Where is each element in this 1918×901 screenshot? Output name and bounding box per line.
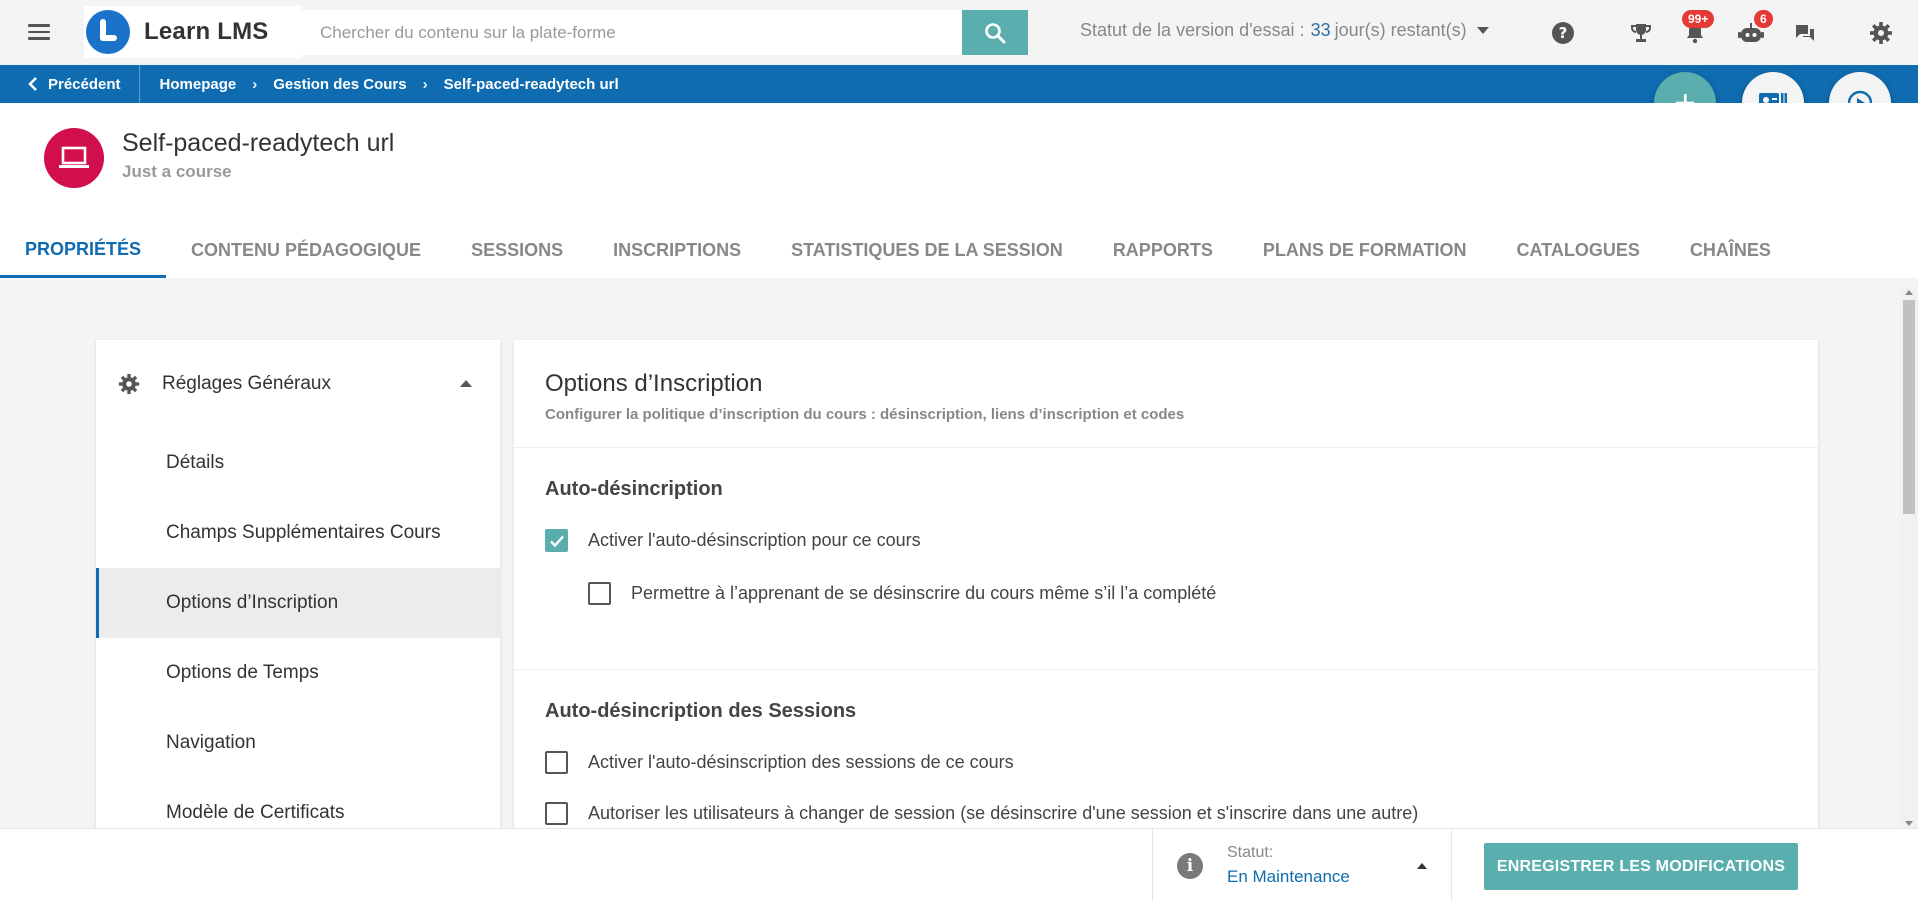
allow-session-change-checkbox[interactable] — [545, 802, 568, 825]
search-input[interactable] — [302, 10, 962, 55]
chat-icon — [1796, 25, 1814, 41]
chevron-right-icon: › — [422, 75, 428, 93]
chevron-left-icon — [28, 77, 37, 91]
sidebar-item-time-options[interactable]: Options de Temps — [96, 638, 500, 708]
breadcrumb: Précédent Homepage › Gestion des Cours ›… — [0, 65, 1918, 103]
enable-session-unenroll-checkbox[interactable] — [545, 751, 568, 774]
option-label: Autoriser les utilisateurs à changer de … — [588, 803, 1419, 823]
gear-icon — [118, 373, 140, 395]
chevron-up-icon — [460, 380, 472, 387]
footer-bar: i Statut: En Maintenance ENREGISTRER LES… — [0, 828, 1918, 901]
trophy-button[interactable] — [1626, 18, 1656, 48]
laptop-icon — [59, 146, 89, 168]
gear-icon — [1870, 22, 1892, 44]
option-label: Activer l'auto-désinscription des sessio… — [588, 752, 1014, 772]
svg-text:?: ? — [1559, 24, 1568, 42]
sidebar-header-label: Réglages Généraux — [162, 373, 331, 394]
notifications-button[interactable]: 99+ — [1680, 10, 1715, 48]
option-label: Activer l'auto-désinscription pour ce co… — [588, 530, 921, 550]
enable-self-unenroll-checkbox[interactable] — [545, 529, 568, 552]
status-label: Statut: — [1227, 844, 1274, 861]
trial-days: 33 — [1310, 20, 1331, 40]
chevron-down-icon — [1476, 27, 1489, 34]
sidebar-item-additional-fields[interactable]: Champs Supplémentaires Cours — [96, 498, 500, 568]
logo-mark — [86, 10, 130, 54]
tab-catalogs[interactable]: CATALOGUES — [1492, 223, 1665, 278]
tab-reports[interactable]: RAPPORTS — [1088, 223, 1238, 278]
section-title: Options d’Inscription — [545, 370, 763, 397]
option-row: Activer l'auto-désinscription pour ce co… — [545, 529, 1787, 552]
scroll-up-icon[interactable] — [1905, 290, 1913, 295]
check-icon — [549, 535, 564, 547]
tab-learning-content[interactable]: CONTENU PÉDAGOGIQUE — [166, 223, 446, 278]
section-header: Options d’Inscription Configurer la poli… — [514, 340, 1818, 448]
sidebar-section-general-settings[interactable]: Réglages Généraux — [96, 340, 500, 428]
tab-channels[interactable]: CHAÎNES — [1665, 223, 1796, 278]
chevron-up-icon — [1417, 863, 1427, 869]
tab-session-statistics[interactable]: STATISTIQUES DE LA SESSION — [766, 223, 1088, 278]
info-icon: i — [1177, 853, 1203, 879]
back-button[interactable]: Précédent — [0, 65, 140, 103]
course-type-icon — [44, 128, 104, 188]
session-self-unenroll-group: Auto-désincription des Sessions Activer … — [514, 670, 1818, 825]
scroll-down-icon[interactable] — [1905, 821, 1913, 826]
option-row: Activer l'auto-désinscription des sessio… — [545, 751, 1787, 774]
help-circle-icon: ? — [1552, 22, 1574, 44]
sidebar-item-navigation[interactable]: Navigation — [96, 708, 500, 778]
breadcrumb-current-course: Self-paced-readytech url — [443, 75, 619, 93]
section-description: Configurer la politique d’inscription du… — [545, 406, 1185, 423]
breadcrumb-homepage[interactable]: Homepage — [160, 76, 237, 93]
option-label: Permettre à l’apprenant de se désinscrir… — [631, 583, 1217, 603]
app-name: Learn LMS — [144, 18, 269, 45]
breadcrumb-course-management[interactable]: Gestion des Cours — [273, 76, 406, 93]
sidebar-item-details[interactable]: Détails — [96, 428, 500, 498]
tab-sessions[interactable]: SESSIONS — [446, 223, 588, 278]
menu-icon[interactable] — [26, 20, 52, 44]
tab-enrollments[interactable]: INSCRIPTIONS — [588, 223, 766, 278]
self-unenroll-group: Auto-désincription Activer l'auto-désins… — [514, 448, 1818, 670]
vertical-scrollbar[interactable] — [1900, 288, 1918, 828]
unenroll-after-completion-checkbox[interactable] — [588, 582, 611, 605]
app-logo[interactable]: Learn LMS — [84, 6, 302, 58]
option-row: Autoriser les utilisateurs à changer de … — [545, 802, 1787, 825]
search-icon — [985, 22, 1006, 43]
group-title: Auto-désincription — [545, 478, 723, 500]
chat-button[interactable] — [1790, 18, 1820, 48]
settings-button[interactable] — [1866, 18, 1896, 48]
search-bar — [302, 10, 1028, 55]
trial-prefix: Statut de la version d'essai : — [1080, 20, 1305, 40]
trial-status[interactable]: Statut de la version d'essai : 33 jour(s… — [1080, 20, 1489, 41]
notifications-badge: 99+ — [1682, 10, 1715, 28]
trophy-icon — [1631, 24, 1651, 42]
scrollbar-thumb[interactable] — [1903, 300, 1915, 514]
top-bar: Learn LMS Statut de la version d'essai :… — [0, 0, 1918, 65]
course-header: Self-paced-readytech url Just a course P… — [0, 103, 1918, 278]
back-label: Précédent — [48, 75, 121, 93]
trial-suffix: jour(s) restant(s) — [1334, 20, 1467, 40]
settings-sidebar: Réglages Généraux Détails Champs Supplém… — [96, 340, 500, 830]
tab-bar: PROPRIÉTÉS CONTENU PÉDAGOGIQUE SESSIONS … — [0, 223, 1796, 278]
status-select[interactable]: i Statut: En Maintenance — [1152, 829, 1452, 901]
page-subtitle: Just a course — [122, 162, 232, 181]
option-row: Permettre à l’apprenant de se désinscrir… — [588, 582, 1787, 605]
sidebar-item-enrollment-options[interactable]: Options d’Inscription — [96, 568, 500, 638]
save-changes-button[interactable]: ENREGISTRER LES MODIFICATIONS — [1484, 843, 1798, 890]
help-button[interactable]: ? — [1548, 18, 1578, 48]
tab-properties[interactable]: PROPRIÉTÉS — [0, 223, 167, 278]
tab-learning-plans[interactable]: PLANS DE FORMATION — [1238, 223, 1492, 278]
chevron-right-icon: › — [252, 75, 258, 93]
status-value: En Maintenance — [1227, 867, 1350, 886]
group-title: Auto-désincription des Sessions — [545, 700, 857, 722]
sidebar-item-certificate-template[interactable]: Modèle de Certificats — [96, 778, 500, 830]
main-content: Options d’Inscription Configurer la poli… — [514, 340, 1818, 830]
robot-button[interactable]: 6 — [1736, 10, 1773, 48]
robot-badge: 6 — [1754, 10, 1773, 28]
page-title: Self-paced-readytech url — [122, 129, 395, 157]
search-button[interactable] — [962, 10, 1028, 55]
